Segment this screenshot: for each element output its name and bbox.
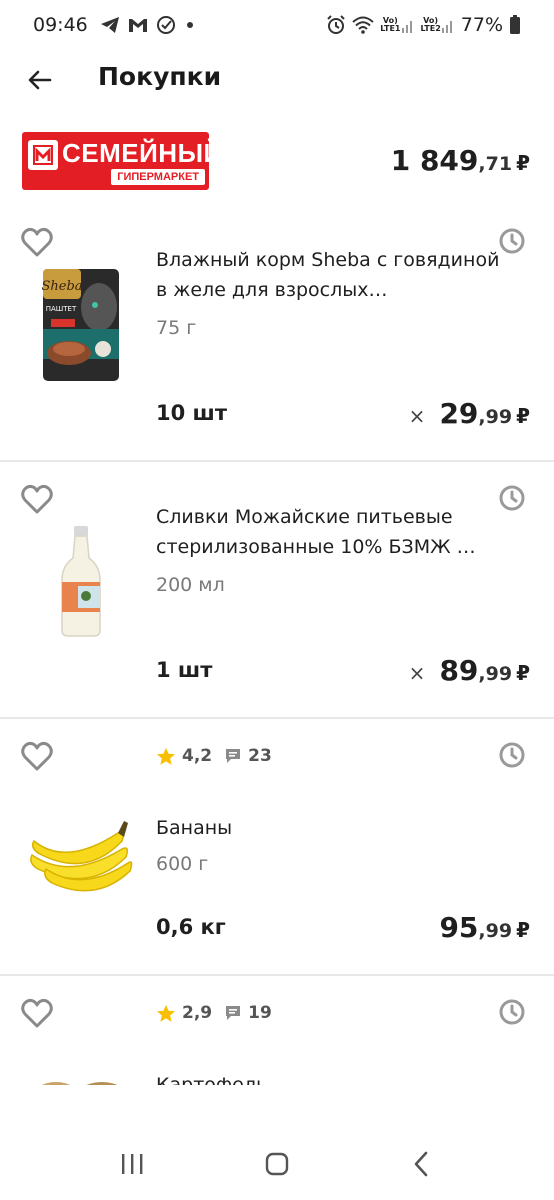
product-list: Sheba ПАШТЕТ Влажный корм Sheba с говяди… <box>0 205 554 1085</box>
price-int: 89 <box>439 654 479 687</box>
store-total: 1 849,71 ₽ <box>391 144 530 177</box>
battery-icon <box>509 15 521 35</box>
alarm-icon <box>326 15 346 35</box>
back-button[interactable] <box>22 62 58 98</box>
product-weight: 75 г <box>156 317 197 339</box>
history-button[interactable] <box>498 998 526 1026</box>
favorite-button[interactable] <box>20 227 56 261</box>
product-price: × 29,99 ₽ <box>409 397 530 430</box>
recent-apps-button[interactable] <box>102 1139 162 1189</box>
pack-label: ПАШТЕТ <box>46 305 77 313</box>
arrow-left-icon <box>28 70 52 90</box>
product-name[interactable]: Картофель <box>156 1070 516 1085</box>
price-frac: ,99 <box>478 920 513 942</box>
total-frac: ,71 <box>478 153 513 175</box>
rating-row[interactable]: 2,9 19 <box>156 1003 272 1023</box>
app-header: Покупки <box>0 50 554 110</box>
total-int: 1 849 <box>390 144 479 177</box>
status-left: 09:46 <box>33 14 196 36</box>
price-currency: ₽ <box>516 661 530 685</box>
home-icon <box>265 1152 289 1176</box>
rating-value: 4,2 <box>182 746 213 766</box>
store-row: СЕМЕЙНЫЙ ГИПЕРМАРКЕТ 1 849,71 ₽ <box>0 128 554 198</box>
product-quantity: 10 шт <box>156 401 228 425</box>
star-icon <box>157 1004 175 1022</box>
dot-icon <box>184 19 196 31</box>
page-title: Покупки <box>98 62 222 91</box>
status-right: Vo) LTE1 Vo) LTE2 77% <box>326 14 521 36</box>
rating-row[interactable]: 4,2 23 <box>156 746 272 766</box>
comment-count: 23 <box>248 746 272 766</box>
price-frac: ,99 <box>478 663 513 685</box>
product-image-sheba[interactable]: Sheba ПАШТЕТ <box>22 263 140 387</box>
multiply-sign: × <box>408 661 426 685</box>
sim2-network-icon: Vo) LTE2 <box>421 17 455 33</box>
comment-icon <box>226 1006 241 1020</box>
price-frac: ,99 <box>478 406 513 428</box>
product-quantity: 1 шт <box>156 658 213 682</box>
multiply-sign: × <box>408 404 426 428</box>
heart-icon <box>21 741 53 771</box>
total-currency: ₽ <box>516 151 530 175</box>
gmail-icon <box>128 17 148 33</box>
product-price: 95,99 ₽ <box>439 911 530 944</box>
product-item[interactable]: Sheba ПАШТЕТ Влажный корм Sheba с говяди… <box>0 205 554 462</box>
status-bar: 09:46 Vo) LTE1 Vo) LTE2 77% <box>0 0 554 50</box>
product-weight: 200 мл <box>156 574 225 596</box>
logo-badge <box>28 140 58 170</box>
favorite-button[interactable] <box>20 484 56 518</box>
comment-icon <box>226 749 241 763</box>
recent-apps-icon <box>122 1154 143 1174</box>
back-icon <box>414 1151 427 1177</box>
wifi-icon <box>352 16 374 34</box>
product-quantity: 0,6 кг <box>156 915 226 939</box>
home-button[interactable] <box>247 1139 307 1189</box>
sim1-label-bottom: LTE1 <box>380 24 401 33</box>
product-item[interactable]: 4,2 23 Бананы 600 г 0,6 кг 95,99 ₽ <box>0 719 554 976</box>
product-image-bananas[interactable] <box>22 797 140 921</box>
price-int: 95 <box>439 911 479 944</box>
history-button[interactable] <box>498 741 526 769</box>
product-name[interactable]: Влажный корм Sheba с говядиной в желе дл… <box>156 245 516 305</box>
status-time: 09:46 <box>33 14 88 36</box>
clock-icon <box>499 742 525 768</box>
product-image-cream[interactable] <box>22 520 140 644</box>
sim2-label-bottom: LTE2 <box>420 24 441 33</box>
heart-icon <box>21 998 53 1028</box>
logo-name: СЕМЕЙНЫЙ <box>62 138 209 168</box>
product-image-potatoes[interactable] <box>22 1072 140 1085</box>
favorite-button[interactable] <box>20 741 56 775</box>
comment-count: 19 <box>248 1003 272 1023</box>
favorite-button[interactable] <box>20 998 56 1032</box>
clock-icon <box>499 999 525 1025</box>
product-name[interactable]: Сливки Можайские питьевые стерилизованны… <box>156 502 516 562</box>
product-name[interactable]: Бананы <box>156 813 516 843</box>
product-weight: 600 г <box>156 853 209 875</box>
check-circle-icon <box>156 15 176 35</box>
star-icon <box>157 747 175 765</box>
heart-icon <box>21 484 53 514</box>
product-item[interactable]: Сливки Можайские питьевые стерилизованны… <box>0 462 554 719</box>
sim1-network-icon: Vo) LTE1 <box>380 17 414 33</box>
telegram-icon <box>100 16 120 34</box>
heart-icon <box>21 227 53 257</box>
product-item[interactable]: 2,9 19 Картофель <box>0 976 554 1085</box>
system-nav-bar <box>0 1128 554 1200</box>
product-price: × 89,99 ₽ <box>409 654 530 687</box>
rating-value: 2,9 <box>182 1003 213 1023</box>
price-int: 29 <box>439 397 479 430</box>
pack-brand: Sheba <box>41 279 82 294</box>
price-currency: ₽ <box>516 404 530 428</box>
logo-subtitle: ГИПЕРМАРКЕТ <box>111 169 205 185</box>
system-back-button[interactable] <box>392 1139 452 1189</box>
price-currency: ₽ <box>516 918 530 942</box>
store-logo[interactable]: СЕМЕЙНЫЙ ГИПЕРМАРКЕТ <box>22 132 209 190</box>
battery-percent: 77% <box>460 14 503 36</box>
